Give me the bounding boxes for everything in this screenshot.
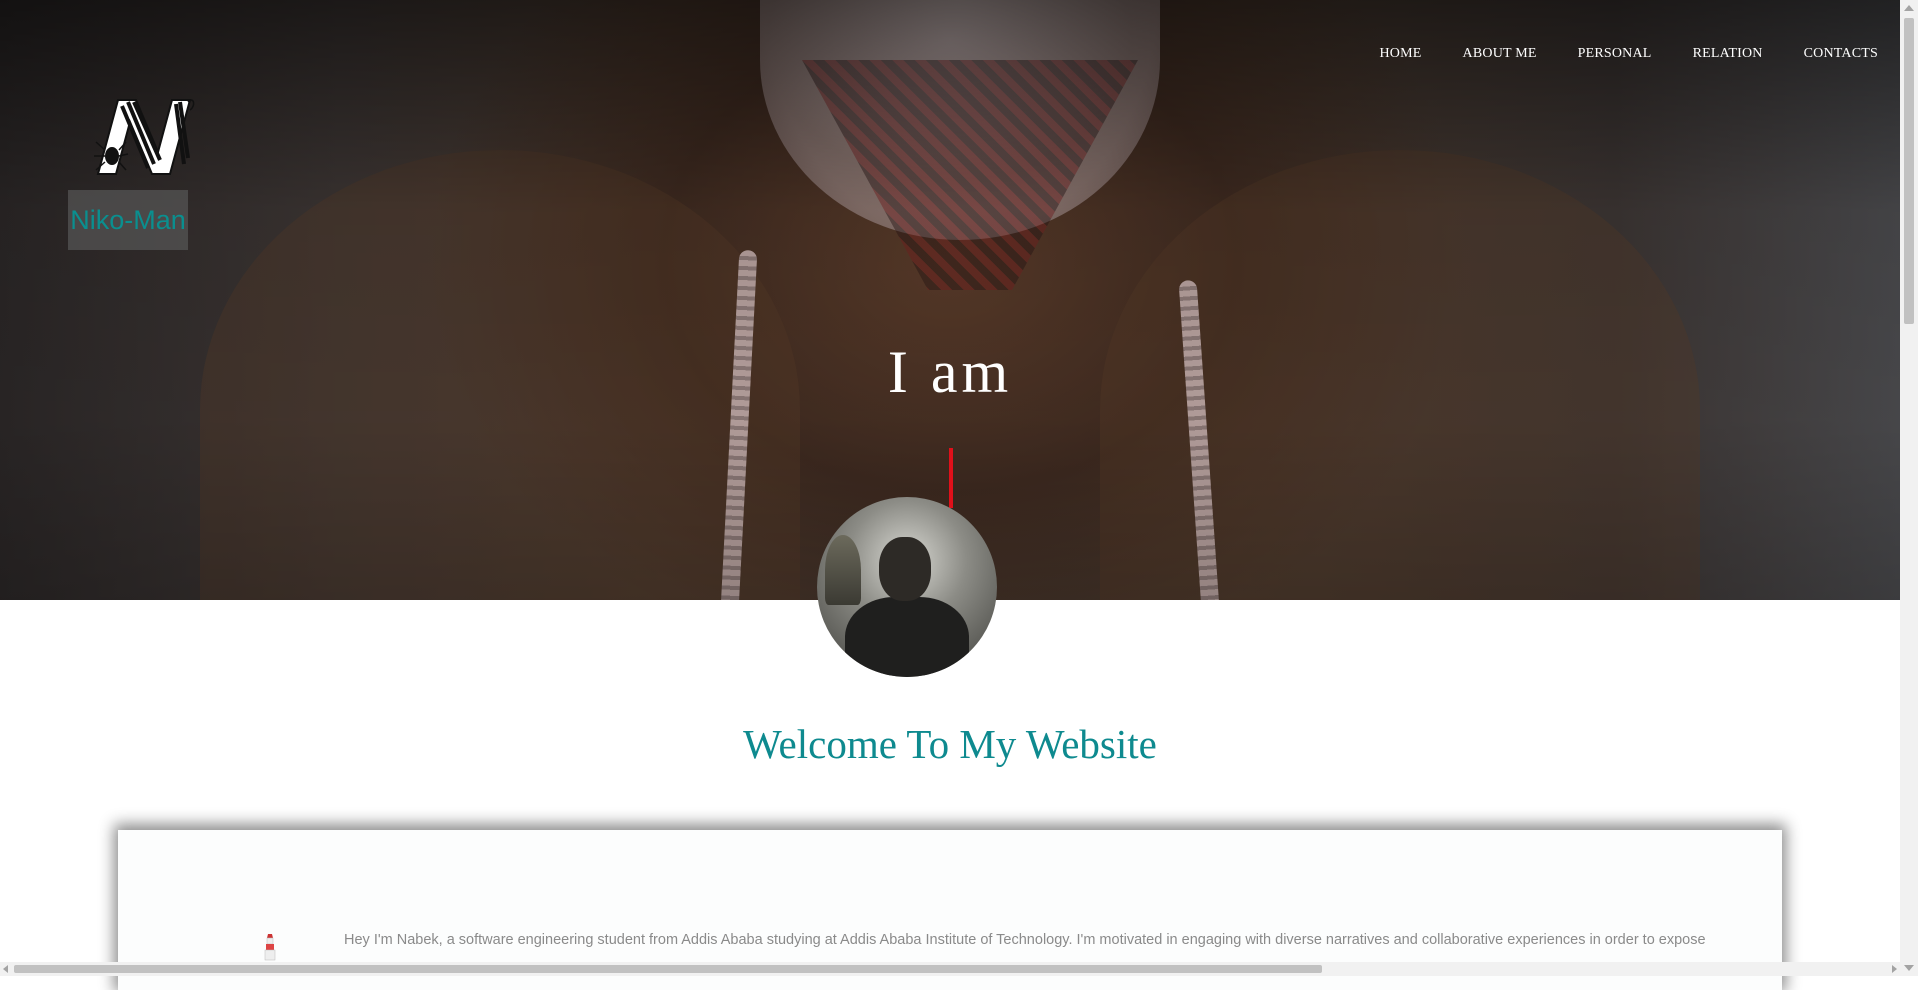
nav-relation[interactable]: RELATION xyxy=(1693,46,1763,62)
brand-name[interactable]: Niko-Man xyxy=(68,190,188,250)
nav-contacts[interactable]: CONTACTS xyxy=(1804,46,1878,62)
about-text: Hey I'm Nabek, a software engineering st… xyxy=(344,932,1706,948)
n-spider-logo-icon[interactable] xyxy=(92,94,196,178)
vertical-scrollbar[interactable] xyxy=(1900,0,1918,976)
vertical-scroll-thumb[interactable] xyxy=(1904,18,1914,324)
avatar-body xyxy=(845,597,969,677)
hero-headline: I am xyxy=(887,339,1013,405)
typing-cursor xyxy=(949,448,953,508)
avatar-background xyxy=(825,535,861,605)
scroll-down-arrow-icon[interactable] xyxy=(1904,965,1914,971)
nav-home[interactable]: HOME xyxy=(1380,46,1422,62)
horizontal-scroll-thumb[interactable] xyxy=(14,965,1322,973)
scroll-left-arrow-icon[interactable] xyxy=(3,965,8,973)
nav-about-me[interactable]: ABOUT ME xyxy=(1463,46,1537,62)
avatar-head xyxy=(879,537,931,601)
top-nav: HOME ABOUT ME PERSONAL RELATION CONTACTS xyxy=(1339,46,1879,62)
welcome-title: Welcome To My Website xyxy=(743,721,1157,767)
lighthouse-icon xyxy=(264,932,276,962)
horizontal-scrollbar[interactable] xyxy=(0,962,1900,976)
avatar xyxy=(817,497,997,677)
brand-name-text: Niko-Man xyxy=(70,204,186,235)
scroll-right-arrow-icon[interactable] xyxy=(1892,965,1897,973)
scroll-up-arrow-icon[interactable] xyxy=(1904,5,1914,11)
nav-personal[interactable]: PERSONAL xyxy=(1578,46,1652,62)
